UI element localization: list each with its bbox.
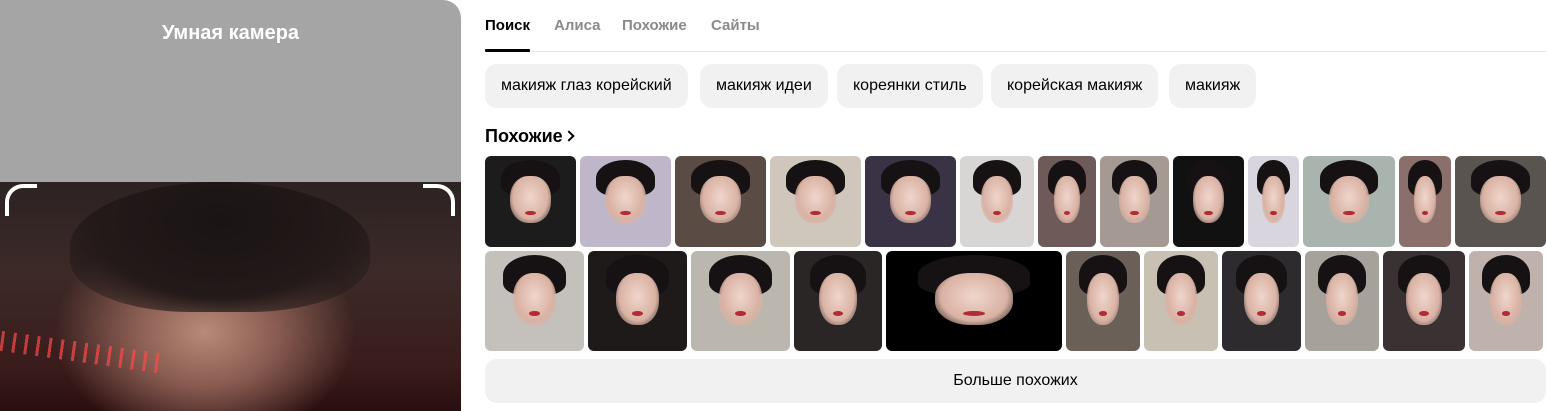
thumbnail-face xyxy=(615,273,660,325)
chip-suggestion[interactable]: макияж идеи xyxy=(700,64,828,108)
thumbnail-lips xyxy=(525,210,536,216)
thumbnail-face xyxy=(1480,176,1521,224)
similar-image-thumbnail[interactable] xyxy=(1305,251,1379,351)
chip-suggestion[interactable]: корейская макияж xyxy=(991,64,1159,108)
similar-image-thumbnail[interactable] xyxy=(1303,156,1395,247)
chevron-right-icon xyxy=(562,130,575,142)
thumbnail-face xyxy=(1192,176,1225,224)
similar-image-thumbnail[interactable] xyxy=(886,251,1062,351)
similar-image-thumbnail[interactable] xyxy=(770,156,861,247)
similar-image-thumbnail[interactable] xyxy=(580,156,671,247)
query-photo[interactable] xyxy=(0,182,461,411)
smart-camera-panel: Умная камера xyxy=(0,0,461,411)
tab-sites[interactable]: Сайты xyxy=(711,17,760,34)
thumbnail-face xyxy=(818,273,858,325)
thumbnail-face xyxy=(1489,273,1523,325)
thumbnail-face xyxy=(1405,273,1443,325)
thumbnail-lips xyxy=(620,210,631,216)
thumbnail-face xyxy=(1164,273,1198,325)
similar-image-thumbnail[interactable] xyxy=(865,156,956,247)
more-similar-button[interactable]: Больше похожих xyxy=(485,359,1546,403)
thumbnail-face xyxy=(1262,176,1285,224)
similar-image-thumbnail[interactable] xyxy=(960,156,1034,247)
similar-image-thumbnail[interactable] xyxy=(485,251,584,351)
camera-title: Умная камера xyxy=(161,22,300,44)
similar-image-thumbnail[interactable] xyxy=(691,251,790,351)
query-photo-hair xyxy=(70,182,370,312)
thumbnail-lips xyxy=(963,311,985,316)
tab-bar: Поиск Алиса Похожие Сайты xyxy=(485,0,1546,52)
thumbnail-face xyxy=(795,176,836,224)
chip-suggestion[interactable]: макияж xyxy=(1169,64,1257,108)
tab-alice[interactable]: Алиса xyxy=(554,17,600,34)
thumbnail-face xyxy=(980,176,1014,224)
thumbnail-face xyxy=(605,176,646,224)
chip-suggestion[interactable]: кореянки стиль xyxy=(837,64,983,108)
tab-search[interactable]: Поиск xyxy=(485,17,530,34)
similar-image-thumbnail[interactable] xyxy=(675,156,766,247)
similar-image-thumbnail[interactable] xyxy=(1383,251,1465,351)
thumbnail-face xyxy=(510,176,551,224)
thumbnail-face xyxy=(718,273,763,325)
thumbnail-face xyxy=(1054,176,1080,224)
crop-handle-top-right[interactable] xyxy=(423,184,455,216)
similar-image-thumbnail[interactable] xyxy=(1100,156,1169,247)
chip-suggestion[interactable]: макияж глаз корейский xyxy=(485,64,688,108)
similar-image-thumbnail[interactable] xyxy=(1469,251,1543,351)
similar-image-thumbnail[interactable] xyxy=(1144,251,1218,351)
similar-image-thumbnail[interactable] xyxy=(1066,251,1140,351)
similar-image-thumbnail[interactable] xyxy=(1455,156,1546,247)
thumbnail-lips xyxy=(1130,210,1139,216)
results-panel: Поиск Алиса Похожие Сайты макияж глаз ко… xyxy=(473,0,1546,411)
thumbnail-lips xyxy=(905,210,916,216)
thumbnail-face xyxy=(1244,273,1279,325)
similar-image-thumbnail[interactable] xyxy=(588,251,687,351)
thumbnail-face xyxy=(1328,176,1370,224)
similar-image-thumbnail[interactable] xyxy=(1248,156,1299,247)
thumbnail-lips xyxy=(1270,210,1277,216)
thumbnail-lips xyxy=(1343,210,1355,216)
thumbnail-face xyxy=(890,176,931,224)
similar-image-thumbnail[interactable] xyxy=(485,156,576,247)
query-photo-lights xyxy=(0,330,161,374)
thumbnail-lips xyxy=(1495,210,1506,216)
thumbnail-lips xyxy=(1204,210,1213,216)
similar-image-thumbnail[interactable] xyxy=(1399,156,1451,247)
thumbnail-lips xyxy=(1419,311,1429,316)
thumbnail-lips xyxy=(810,210,821,216)
thumbnail-face xyxy=(1119,176,1150,224)
similar-image-thumbnail[interactable] xyxy=(1222,251,1301,351)
thumbnail-face xyxy=(512,273,557,325)
crop-handle-top-left[interactable] xyxy=(5,184,37,216)
active-tab-indicator xyxy=(485,49,530,52)
thumbnail-face xyxy=(1413,176,1437,224)
thumbnail-lips xyxy=(715,210,726,216)
similar-image-thumbnail[interactable] xyxy=(1038,156,1096,247)
thumbnail-face xyxy=(700,176,741,224)
thumbnail-face xyxy=(1325,273,1359,325)
thumbnail-face xyxy=(935,273,1013,325)
similar-image-thumbnail[interactable] xyxy=(1173,156,1244,247)
thumbnail-face xyxy=(1086,273,1120,325)
tab-similar[interactable]: Похожие xyxy=(622,17,687,34)
similar-image-thumbnail[interactable] xyxy=(794,251,882,351)
similar-section-label: Похожие xyxy=(485,126,563,146)
similar-section-title[interactable]: Похожие xyxy=(485,126,575,147)
